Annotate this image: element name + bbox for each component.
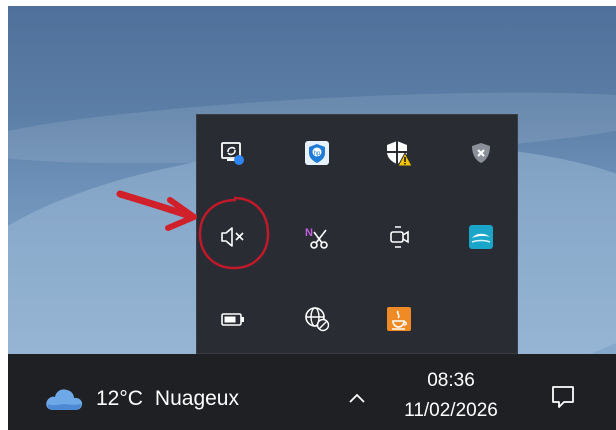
windows-security-warning-icon[interactable]: [381, 135, 417, 171]
chevron-up-icon: [349, 393, 365, 403]
show-hidden-icons-button[interactable]: [344, 385, 370, 411]
weather-temperature: 12°C: [96, 387, 143, 410]
battery-icon[interactable]: [215, 301, 251, 337]
clock-date: 11/02/2026: [404, 400, 498, 421]
cloud-sync-app-icon[interactable]: [463, 219, 499, 255]
svg-text:hp: hp: [314, 151, 321, 157]
red-circle-annotation: [198, 196, 270, 270]
network-globe-disconnected-icon[interactable]: [299, 301, 335, 337]
svg-text:N: N: [305, 227, 313, 239]
weather-condition: Nuageux: [154, 387, 239, 410]
clock-time: 08:36: [427, 370, 475, 391]
onenote-clipping-icon[interactable]: N: [299, 219, 335, 255]
hp-security-shield-icon[interactable]: hp: [299, 135, 335, 171]
vpn-shield-disconnected-icon[interactable]: [463, 135, 499, 171]
java-update-icon[interactable]: [381, 301, 417, 337]
clock[interactable]: 08:36 11/02/2026: [388, 366, 514, 426]
camera-icon[interactable]: [381, 219, 417, 255]
cloud-icon: [46, 389, 83, 410]
display-sync-icon[interactable]: [215, 135, 251, 171]
notification-center-button[interactable]: [548, 382, 578, 412]
taskbar: 12°C Nuageux 08:36 11/02/2026: [8, 354, 616, 430]
notification-bubble-icon: [552, 386, 574, 408]
weather-widget[interactable]: 12°C Nuageux: [44, 384, 239, 414]
